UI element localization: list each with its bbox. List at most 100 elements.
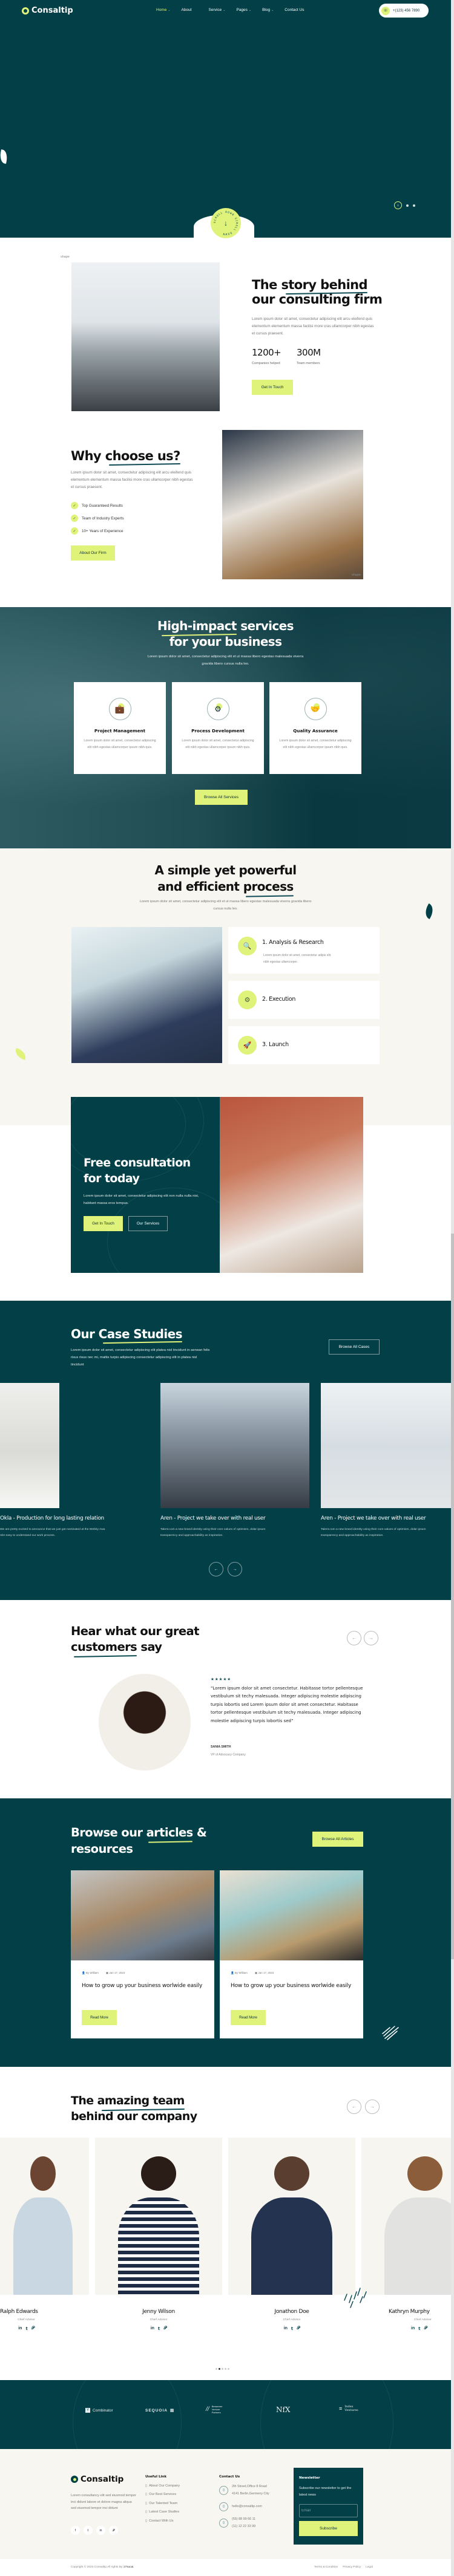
- article-title[interactable]: How to grow up your business worlwide ea…: [231, 1981, 352, 1991]
- case-title[interactable]: Aren - Project we take over with real us…: [160, 1515, 309, 1521]
- read-more-button[interactable]: Read More: [82, 2010, 117, 2025]
- browse-cases-button[interactable]: Browse All Cases: [329, 1339, 380, 1355]
- cases-next-button[interactable]: →: [228, 1562, 242, 1576]
- title-underline: process: [243, 879, 294, 894]
- pagination-dot[interactable]: [215, 2368, 217, 2370]
- service-card[interactable]: 🤝 Quality Assurance Lorem ipsum dolor si…: [269, 682, 361, 774]
- team-member-card[interactable]: Jenny Wilson Chief Advisor in 𝕥 𝒫: [95, 2138, 222, 2331]
- article-title[interactable]: How to grow up your business worlwide ea…: [82, 1981, 203, 1991]
- twitter-icon[interactable]: 𝕥: [84, 2526, 93, 2535]
- case-card[interactable]: Aren - Project we take over with real us…: [321, 1383, 451, 1539]
- pinterest-icon[interactable]: 𝒫: [424, 2326, 427, 2331]
- case-card[interactable]: Aren - Project we take over with real us…: [160, 1383, 309, 1539]
- subscribe-button[interactable]: Subscribe: [299, 2521, 358, 2536]
- footer-link[interactable]: ▯ About Our Company: [145, 2484, 180, 2488]
- linkedin-icon[interactable]: in: [411, 2326, 415, 2331]
- read-more-button[interactable]: Read More: [231, 2010, 266, 2025]
- terms-link[interactable]: Terms & Condition: [314, 2566, 338, 2569]
- pagination-dot[interactable]: [228, 2368, 229, 2370]
- slider-dot[interactable]: [406, 204, 409, 207]
- site-logo[interactable]: Consaltip: [22, 6, 73, 15]
- linkedin-icon[interactable]: in: [151, 2326, 154, 2331]
- testimonial-prev-button[interactable]: ←: [347, 1631, 361, 1645]
- arrow-right-icon: →: [232, 1567, 237, 1572]
- case-title[interactable]: Aren - Project we take over with real us…: [321, 1515, 451, 1521]
- footer-link[interactable]: ▯ Contact With Us: [145, 2519, 180, 2523]
- newsletter-email-input[interactable]: [299, 2504, 358, 2517]
- member-role: Chief Advisor: [414, 2318, 432, 2321]
- nav-item-pages[interactable]: Pages ⌄: [236, 8, 251, 12]
- linkedin-icon[interactable]: in: [284, 2326, 288, 2331]
- story-description: Lorem ipsum dolor sit amet, consectetur …: [252, 317, 374, 336]
- case-card[interactable]: Okla - Production for long lasting relat…: [0, 1383, 105, 1539]
- team-member-card[interactable]: Kathryn Murphy Chief Advisor in 𝕥 𝒫: [361, 2138, 451, 2331]
- footer-logo[interactable]: Consaltip: [71, 2474, 123, 2484]
- pinterest-icon[interactable]: 𝒫: [297, 2326, 300, 2331]
- nav-item-contact[interactable]: Contact Us: [285, 8, 304, 12]
- nav-item-blog[interactable]: Blog ⌄: [262, 8, 274, 12]
- member-name: Kathryn Murphy: [389, 2309, 430, 2315]
- svg-text:SCROLL DOWN SCROLL DOWN: SCROLL DOWN SCROLL DOWN: [213, 210, 239, 236]
- get-in-touch-button[interactable]: Get In Touch: [252, 380, 293, 395]
- hero-slider-dots: 1: [394, 201, 415, 209]
- linkedin-icon[interactable]: in: [96, 2526, 105, 2535]
- browse-articles-button[interactable]: Browse All Articles: [312, 1832, 363, 1847]
- footer-link[interactable]: ▯ Latest Case Studies: [145, 2510, 180, 2514]
- team-prev-button[interactable]: ←: [347, 2100, 361, 2114]
- team-member-card[interactable]: Jonathon Doe Chief Advisor in 𝕥 𝒫: [228, 2138, 355, 2331]
- facebook-icon[interactable]: f: [71, 2526, 80, 2535]
- service-card[interactable]: 💼 Project Management Lorem ipsum dolor s…: [74, 682, 166, 774]
- case-image: [160, 1383, 309, 1508]
- pagination-dot-active[interactable]: [219, 2368, 220, 2370]
- pinterest-icon[interactable]: 𝒫: [109, 2526, 118, 2535]
- legal-link[interactable]: Legal: [366, 2566, 373, 2569]
- footer-link[interactable]: ▯ Our Talented Team: [145, 2502, 180, 2505]
- why-image: [222, 430, 363, 579]
- cases-prev-button[interactable]: ←: [209, 1562, 223, 1576]
- testimonial-next-button[interactable]: →: [364, 1631, 378, 1645]
- process-image: [71, 927, 222, 1063]
- case-title[interactable]: Okla - Production for long lasting relat…: [0, 1515, 104, 1521]
- slider-dot[interactable]: [413, 204, 415, 207]
- get-in-touch-button[interactable]: Get In Touch: [84, 1216, 123, 1231]
- title-underline: High-impact: [157, 619, 237, 633]
- broken-shape-image: shape: [352, 573, 361, 577]
- member-name: Jenny Wilson: [142, 2309, 175, 2315]
- service-description: Lorem ipsum dolor sit amet, consectetur …: [84, 739, 156, 749]
- why-list: ✓ Top Guaranteed Results ✓ Team of Industr…: [71, 502, 124, 540]
- leaf-decoration: [422, 903, 436, 920]
- slider-dot-active[interactable]: 1: [394, 201, 402, 209]
- our-services-button[interactable]: Our Services: [128, 1216, 168, 1231]
- nav-item-home[interactable]: Home ⌄: [156, 8, 171, 12]
- privacy-link[interactable]: Privacy Policy: [343, 2566, 361, 2569]
- pinterest-icon[interactable]: 𝒫: [31, 2326, 35, 2331]
- nav-item-service[interactable]: Service ⌄: [209, 8, 226, 12]
- page-scrollbar[interactable]: [451, 0, 454, 2576]
- phone-button[interactable]: ☏ +(123) 456 7890: [379, 4, 429, 18]
- pagination-dot[interactable]: [225, 2368, 226, 2370]
- twitter-icon[interactable]: 𝕥: [418, 2326, 420, 2331]
- useful-links: Useful Link ▯ About Our Company ▯ Our Best…: [145, 2475, 180, 2523]
- twitter-icon[interactable]: 𝕥: [291, 2326, 293, 2331]
- twitter-icon[interactable]: 𝕥: [158, 2326, 160, 2331]
- nav-item-about[interactable]: About: [182, 8, 192, 12]
- nav-label: Home: [156, 8, 167, 12]
- about-firm-button[interactable]: About Our Firm: [71, 545, 115, 561]
- article-card[interactable]: 👤 By William ▣ Jan 17, 2023 How to grow …: [71, 1870, 214, 2038]
- contact-email[interactable]: ▯ hello@consaltip.com: [219, 2502, 269, 2511]
- scrollbar-thumb[interactable]: [451, 1234, 454, 1959]
- linkedin-icon[interactable]: in: [18, 2326, 22, 2331]
- copyright: Copyright © 2023 Consaltip,All rights By…: [71, 2566, 134, 2569]
- team-member-card[interactable]: Ralph Edwards Chief Advisor in 𝕥 𝒫: [0, 2138, 89, 2331]
- contact-phone[interactable]: ▯ (55) 88 99 66 11 (11) 12 22 33 99: [219, 2516, 269, 2530]
- footer-link[interactable]: ▯ Our Best Services: [145, 2493, 180, 2496]
- twitter-icon[interactable]: 𝕥: [25, 2326, 27, 2331]
- magnifier-icon: 🔍: [238, 937, 257, 955]
- browse-services-button[interactable]: Browse All Services: [195, 790, 248, 805]
- pinterest-icon[interactable]: 𝒫: [163, 2326, 166, 2331]
- article-card[interactable]: 👤 By William ▣ Jan 17, 2023 How to grow …: [220, 1870, 363, 2038]
- scroll-down-button[interactable]: SCROLL DOWN SCROLL DOWN ↓: [211, 208, 241, 238]
- team-next-button[interactable]: →: [365, 2100, 380, 2114]
- service-card[interactable]: ⚙ Process Development Lorem ipsum dolor …: [172, 682, 264, 774]
- pagination-dot[interactable]: [222, 2368, 223, 2370]
